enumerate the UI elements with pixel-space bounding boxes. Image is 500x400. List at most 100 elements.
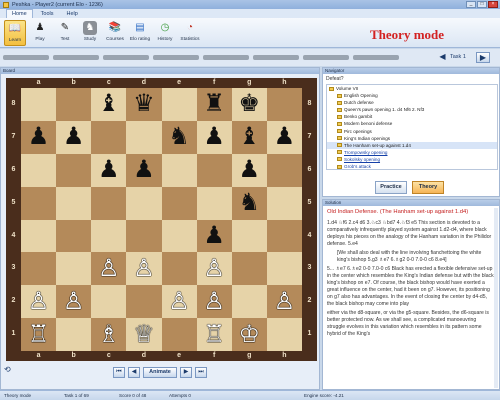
solution-scrollbar[interactable] (494, 208, 498, 388)
square-f1[interactable]: ♖ (196, 318, 232, 351)
square-b6[interactable] (56, 153, 92, 187)
tree-item[interactable]: Queen's pawn opening 1. d4 Nf6 2. Nf3 (327, 106, 497, 113)
statistics-button[interactable]: ◔ Statistics (179, 20, 201, 46)
chess-piece[interactable]: ♙ (203, 289, 225, 314)
courses-button[interactable]: 📚 Courses (104, 20, 126, 46)
square-g7[interactable]: ♝ (231, 120, 267, 154)
test-button[interactable]: ✎ Test (54, 20, 76, 46)
square-b4[interactable] (56, 219, 92, 253)
tree-item[interactable]: Grob's attack (327, 163, 497, 169)
maximize-button[interactable]: □ (477, 1, 487, 8)
square-b7[interactable]: ♟ (56, 120, 92, 154)
square-c1[interactable]: ♗ (91, 318, 127, 351)
square-g4[interactable] (231, 219, 267, 253)
square-g6[interactable]: ♟ (231, 153, 267, 187)
square-e3[interactable] (161, 252, 197, 286)
square-a2[interactable]: ♙ (21, 285, 57, 319)
square-h4[interactable] (266, 219, 302, 253)
square-c8[interactable]: ♝ (91, 88, 127, 121)
next-move-button[interactable]: ▶ (180, 367, 192, 378)
chess-piece[interactable]: ♝ (239, 125, 261, 149)
square-a7[interactable]: ♟ (21, 120, 57, 154)
square-f3[interactable]: ♙ (196, 252, 232, 286)
tree-item[interactable]: Pirc openings (327, 128, 497, 135)
square-c4[interactable] (91, 219, 127, 253)
square-d5[interactable] (126, 186, 162, 220)
chess-piece[interactable]: ♚ (239, 92, 261, 116)
chess-piece[interactable]: ♝ (98, 92, 120, 116)
square-g3[interactable] (231, 252, 267, 286)
square-d7[interactable] (126, 120, 162, 154)
chess-piece[interactable]: ♟ (203, 125, 225, 149)
square-c6[interactable]: ♟ (91, 153, 127, 187)
square-a1[interactable]: ♖ (21, 318, 57, 351)
chess-piece[interactable]: ♔ (239, 322, 261, 347)
chess-piece[interactable]: ♙ (203, 256, 225, 281)
chess-piece[interactable]: ♖ (203, 322, 225, 347)
square-e4[interactable] (161, 219, 197, 253)
square-f7[interactable]: ♟ (196, 120, 232, 154)
square-b2[interactable]: ♙ (56, 285, 92, 319)
chess-piece[interactable]: ♙ (63, 289, 85, 314)
square-b1[interactable] (56, 318, 92, 351)
chess-piece[interactable]: ♛ (133, 92, 155, 116)
square-h1[interactable] (266, 318, 302, 351)
square-f6[interactable] (196, 153, 232, 187)
square-e2[interactable]: ♙ (161, 285, 197, 319)
chess-piece[interactable]: ♕ (133, 322, 155, 347)
tree-item[interactable]: King's Indian openings (327, 135, 497, 142)
square-e7[interactable]: ♞ (161, 120, 197, 154)
square-a5[interactable] (21, 186, 57, 220)
square-g8[interactable]: ♚ (231, 88, 267, 121)
tree-item[interactable]: Modern benoni defense (327, 120, 497, 127)
practice-button[interactable]: Practice (375, 181, 407, 194)
chess-piece[interactable]: ♙ (28, 289, 50, 314)
square-d3[interactable]: ♙ (126, 252, 162, 286)
chess-piece[interactable]: ♟ (98, 158, 120, 182)
chess-piece[interactable]: ♞ (168, 125, 190, 149)
square-a4[interactable] (21, 219, 57, 253)
prev-task-button[interactable]: ◀ (438, 52, 447, 61)
history-button[interactable]: ◷ History (154, 20, 176, 46)
next-task-button[interactable]: ▶ (476, 52, 490, 63)
square-f8[interactable]: ♜ (196, 88, 232, 121)
tree-item[interactable]: The Hanham set-up against 1.d4 (327, 141, 497, 149)
chess-piece[interactable]: ♞ (239, 191, 261, 215)
square-c7[interactable] (91, 120, 127, 154)
square-h8[interactable] (266, 88, 302, 121)
chess-piece[interactable]: ♖ (28, 322, 50, 347)
prev-move-button[interactable]: ◀ (128, 367, 140, 378)
first-move-button[interactable]: ⏮ (113, 367, 125, 378)
chess-piece[interactable]: ♙ (133, 256, 155, 281)
animate-button[interactable]: Animate (143, 367, 177, 378)
tab-home[interactable]: Home (6, 9, 33, 18)
close-button[interactable]: × (488, 1, 498, 8)
square-d1[interactable]: ♕ (126, 318, 162, 351)
tree-item[interactable]: Volume VII (327, 85, 497, 92)
square-h6[interactable] (266, 153, 302, 187)
square-a8[interactable] (21, 88, 57, 121)
square-d2[interactable] (126, 285, 162, 319)
square-g5[interactable]: ♞ (231, 186, 267, 220)
square-b8[interactable] (56, 88, 92, 121)
chess-piece[interactable]: ♙ (168, 289, 190, 314)
square-d8[interactable]: ♛ (126, 88, 162, 121)
chess-piece[interactable]: ♙ (98, 256, 120, 281)
tree-item[interactable]: Trompowsky opening (327, 149, 497, 156)
tab-help[interactable]: Help (62, 10, 83, 18)
study-button[interactable]: ♞ Study (79, 20, 101, 46)
square-c5[interactable] (91, 186, 127, 220)
chess-piece[interactable]: ♟ (239, 158, 261, 182)
square-f5[interactable] (196, 186, 232, 220)
square-h7[interactable]: ♟ (266, 120, 302, 154)
square-f4[interactable]: ♟ (196, 219, 232, 253)
theory-button[interactable]: Theory (412, 181, 444, 194)
tree-item[interactable]: Sokolsky opening (327, 156, 497, 163)
chess-piece[interactable]: ♟ (133, 158, 155, 182)
square-g2[interactable] (231, 285, 267, 319)
chess-piece[interactable]: ♗ (98, 322, 120, 347)
chess-piece[interactable]: ♙ (274, 289, 296, 314)
tree-item[interactable]: Dutch defense (327, 99, 497, 106)
square-a6[interactable] (21, 153, 57, 187)
square-e6[interactable] (161, 153, 197, 187)
